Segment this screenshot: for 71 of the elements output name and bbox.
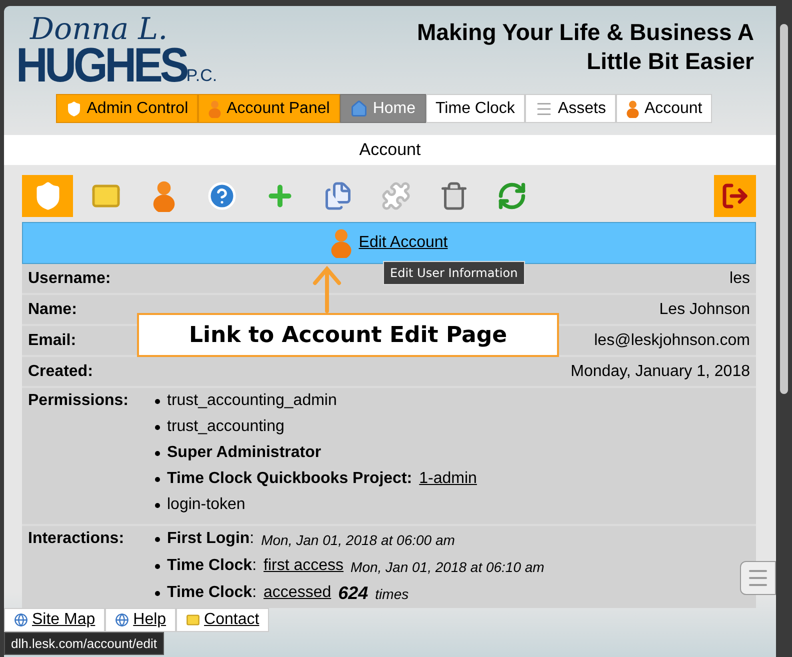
footer-link[interactable]: Site Map (4, 608, 106, 632)
permission-text: Time Clock Quickbooks Project: (167, 470, 412, 488)
bullet-icon (155, 503, 160, 508)
person-icon (208, 100, 222, 118)
trash-icon (438, 181, 468, 211)
bullet-icon (155, 451, 160, 456)
logo-script-text: Donna L. (30, 14, 169, 46)
refresh-icon (496, 181, 526, 211)
bullet-icon (155, 591, 160, 596)
project-link[interactable]: 1-admin (419, 470, 477, 488)
date-text: Mon, Jan 01, 2018 at 06:10 am (350, 559, 544, 575)
permission-text: trust_accounting_admin (167, 392, 337, 410)
tooltip: Edit User Information (383, 261, 525, 285)
nav-tab[interactable]: Time Clock (426, 94, 525, 123)
exit-button[interactable] (714, 175, 756, 217)
person-icon (626, 100, 640, 118)
help-icon (206, 181, 236, 211)
tagline: Making Your Life & Business A Little Bit Easier (416, 18, 754, 76)
status-url: dlh.lesk.com/account/edit (4, 632, 164, 655)
puzzle-icon (380, 181, 410, 211)
footer-link[interactable]: Help (105, 608, 176, 632)
date-text: Mon, Jan 01, 2018 at 06:00 am (261, 532, 455, 548)
separator-text: : (252, 557, 257, 575)
home-icon (350, 100, 368, 118)
exit-door-icon (721, 182, 749, 210)
menu-button[interactable] (740, 561, 776, 595)
interaction-label: Time Clock (167, 557, 252, 575)
nav-tab[interactable]: Home (340, 94, 426, 123)
bullet-icon (155, 399, 160, 404)
permission-text: login-token (167, 496, 246, 514)
page-title: Account (359, 140, 421, 160)
interaction-label: Time Clock (167, 584, 252, 602)
bullet-icon (155, 537, 160, 542)
access-link[interactable]: first access (264, 557, 344, 575)
footer-link[interactable]: Contact (176, 608, 270, 632)
nav-tab[interactable]: Admin Control (56, 94, 198, 123)
globe-icon (14, 613, 28, 627)
field-value: les (730, 270, 750, 288)
permission-text: Super Administrator (167, 444, 322, 462)
nav-tab[interactable]: Assets (524, 94, 616, 123)
toolbar-button[interactable] (22, 175, 73, 217)
permission-text: trust_accounting (167, 418, 284, 436)
field-label: Email: (28, 332, 76, 350)
interaction-label: First Login (167, 530, 250, 548)
field-label: Created: (28, 362, 93, 380)
bullet-icon (155, 425, 160, 430)
times-text: times (375, 586, 409, 602)
callout-text: Link to Account Edit Page (188, 322, 508, 348)
bullet-icon (155, 477, 160, 482)
edit-account-link[interactable]: Edit Account (358, 234, 448, 252)
logo-suffix-text: P.C. (186, 66, 218, 86)
field-value: Les Johnson (659, 300, 750, 318)
globe-icon (115, 613, 130, 627)
documents-icon (322, 181, 352, 211)
separator-text: : (250, 530, 254, 548)
field-value: Monday, January 1, 2018 (570, 362, 750, 380)
nav-tab[interactable]: Account Panel (198, 94, 340, 123)
count-text: 624 (338, 583, 368, 604)
bullet-icon (155, 564, 160, 569)
field-label: Name: (28, 300, 77, 318)
person-icon (330, 228, 353, 258)
field-value: les@leskjohnson.com (594, 332, 750, 350)
logo-name-text: HUGHES (16, 44, 186, 88)
separator-text: : (252, 584, 257, 602)
nav-tab[interactable]: Account (616, 94, 712, 123)
field-label: Username: (28, 270, 111, 288)
access-link[interactable]: accessed (264, 584, 332, 602)
shield-icon (66, 100, 82, 116)
person-icon (152, 180, 176, 212)
field-label: Permissions: (28, 392, 128, 409)
field-label: Interactions: (28, 530, 124, 547)
